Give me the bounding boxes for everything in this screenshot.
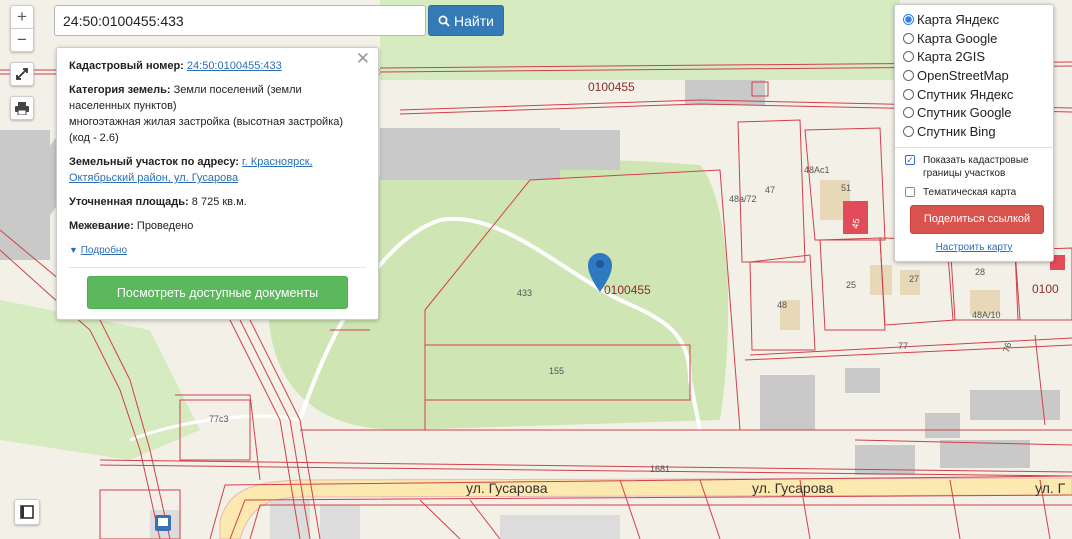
address-label: Земельный участок по адресу: [69,156,239,168]
parcel-label-27: 27 [909,274,919,284]
radio-icon[interactable] [903,32,914,44]
parcel-info-popup: ✕ Кадастровый номер: 24:50:0100455:433 К… [56,47,379,320]
survey-row: Межевание: Проведено [69,218,366,234]
layer-option-label: Карта 2GIS [917,49,986,65]
area-label: Уточненная площадь: [69,196,189,208]
land-category-label: Категория земель: [69,84,171,96]
layer-option-osm[interactable]: OpenStreetMap [903,66,1045,85]
search-button[interactable]: Найти [428,5,504,36]
parcel-label-48ac1: 48Ас1 [804,165,830,175]
parcel-label-48a10: 48А/10 [972,310,1001,320]
layer-option-label: Карта Google [917,30,998,46]
expand-icon [16,68,28,80]
map-layers-panel: Карта Яндекс Карта Google Карта 2GIS Ope… [894,4,1054,262]
show-cadastral-checkbox-row[interactable]: ✓ Показать кадастровые границы участков [903,154,1045,180]
cadastral-number-label: Кадастровый номер: [69,60,184,72]
print-icon [15,101,29,115]
layer-option-google-map[interactable]: Карта Google [903,29,1045,48]
parcel-label-433: 433 [517,288,532,298]
parcel-label-25: 25 [846,280,856,290]
bus-stop-icon [155,515,171,531]
view-documents-button[interactable]: Посмотреть доступные документы [87,276,348,309]
search-input[interactable] [54,5,426,36]
layer-option-yandex-map[interactable]: Карта Яндекс [903,10,1045,29]
street-label-right: ул. Г [1035,480,1066,496]
layer-option-label: Карта Яндекс [917,11,1000,27]
cadastral-number-row: Кадастровый номер: 24:50:0100455:433 [69,58,366,74]
zoom-out-button[interactable]: − [10,28,34,52]
details-link[interactable]: Подробно [81,245,127,256]
layer-option-label: Спутник Google [917,105,1012,121]
search-button-label: Найти [454,12,494,29]
parcel-label-28: 28 [975,267,985,277]
parcel-label-77: 77 [898,341,908,351]
book-icon [20,505,34,519]
layer-option-label: OpenStreetMap [917,67,1009,83]
close-icon[interactable]: ✕ [356,50,370,67]
radio-icon[interactable] [903,107,914,119]
print-button[interactable] [10,96,34,120]
show-cadastral-checkbox[interactable]: ✓ [905,154,915,165]
survey-value: Проведено [136,220,194,232]
land-category-row: Категория земель: Земли поселений (земли… [69,82,366,146]
radio-icon[interactable] [903,69,914,81]
address-row: Земельный участок по адресу: г. Краснояр… [69,154,366,186]
caret-down-icon: ▼ [69,245,78,255]
quarter-label-top: 0100455 [588,80,635,94]
parcel-label-48a72: 48а/72 [729,194,757,204]
layer-option-yandex-satellite[interactable]: Спутник Яндекс [903,85,1045,104]
radio-icon[interactable] [903,51,914,63]
parcel-label-77c3: 77с3 [209,414,229,424]
layer-option-bing-satellite[interactable]: Спутник Bing [903,122,1045,141]
divider [895,146,1053,148]
zoom-in-button[interactable]: + [10,5,34,29]
radio-icon[interactable] [903,125,914,137]
configure-map-link[interactable]: Настроить карту [903,242,1045,253]
share-link-button[interactable]: Поделиться ссылкой [910,204,1044,234]
area-row: Уточненная площадь: 8 725 кв.м. [69,194,366,210]
thematic-map-label: Тематическая карта [923,186,1017,198]
legend-button[interactable] [14,499,40,525]
cadastral-number-link[interactable]: 24:50:0100455:433 [187,60,282,72]
quarter-label-right: 0100 [1032,282,1059,296]
street-label-mid: ул. Гусарова [752,480,834,496]
layer-options: Карта Яндекс Карта Google Карта 2GIS Ope… [903,10,1045,141]
search-icon [438,15,450,27]
quarter-label-marker: 0100455 [604,283,651,297]
parcel-label-47: 47 [765,185,775,195]
survey-label: Межевание: [69,220,134,232]
area-value: 8 725 кв.м. [191,196,247,208]
layer-option-label: Спутник Bing [917,123,996,139]
layer-option-google-satellite[interactable]: Спутник Google [903,103,1045,122]
parcel-label-1681: 1681 [650,464,670,474]
thematic-map-checkbox[interactable] [905,186,915,197]
layer-option-2gis-map[interactable]: Карта 2GIS [903,47,1045,66]
parcel-label-48: 48 [777,300,787,310]
layer-option-label: Спутник Яндекс [917,86,1014,102]
street-label-left: ул. Гусарова [466,480,548,496]
thematic-map-checkbox-row[interactable]: Тематическая карта [903,186,1045,199]
fullscreen-button[interactable] [10,62,34,86]
show-cadastral-label: Показать кадастровые границы участков [923,154,1029,179]
details-toggle[interactable]: ▼ Подробно [69,242,366,259]
land-usage-value: многоэтажная жилая застройка (высотная з… [69,116,344,144]
parcel-label-155: 155 [549,366,564,376]
radio-icon[interactable] [903,88,914,100]
divider [69,267,366,268]
building-label-45: 45 [850,218,862,230]
radio-icon[interactable] [903,13,914,25]
parcel-label-51: 51 [841,183,851,193]
